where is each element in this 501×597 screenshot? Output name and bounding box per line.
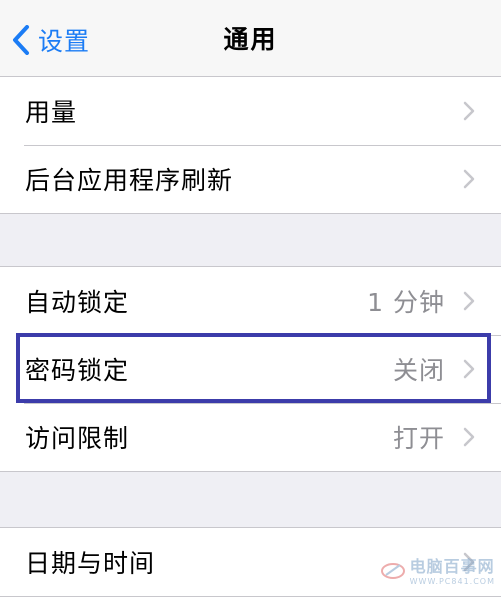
settings-group-usage: 用量 后台应用程序刷新 <box>0 76 501 214</box>
settings-group-lock: 自动锁定 1 分钟 密码锁定 关闭 访问限制 打开 <box>0 266 501 472</box>
row-label: 日期与时间 <box>25 549 156 578</box>
chevron-right-icon <box>463 359 475 379</box>
chevron-right-icon <box>463 291 475 311</box>
navigation-bar: 设置 通用 <box>0 0 501 77</box>
row-value: 打开 <box>392 424 445 453</box>
chevron-right-icon <box>463 427 475 447</box>
row-value: 关闭 <box>392 356 445 385</box>
row-label: 访问限制 <box>25 424 130 453</box>
page-title: 通用 <box>223 25 278 54</box>
settings-row-restrictions[interactable]: 访问限制 打开 <box>0 403 501 471</box>
row-label: 后台应用程序刷新 <box>25 166 234 195</box>
row-label: 密码锁定 <box>25 356 130 385</box>
chevron-right-icon <box>463 169 475 189</box>
settings-row-date-time[interactable]: 日期与时间 <box>0 528 501 596</box>
row-value: 1 分钟 <box>367 288 445 317</box>
settings-row-usage[interactable]: 用量 <box>0 77 501 145</box>
settings-group-date: 日期与时间 <box>0 527 501 597</box>
chevron-right-icon <box>463 552 475 572</box>
row-label: 自动锁定 <box>25 288 130 317</box>
settings-row-background-app-refresh[interactable]: 后台应用程序刷新 <box>0 145 501 213</box>
settings-row-passcode-lock[interactable]: 密码锁定 关闭 <box>0 335 501 403</box>
row-label: 用量 <box>25 98 78 127</box>
settings-row-auto-lock[interactable]: 自动锁定 1 分钟 <box>0 267 501 335</box>
chevron-right-icon <box>463 101 475 121</box>
